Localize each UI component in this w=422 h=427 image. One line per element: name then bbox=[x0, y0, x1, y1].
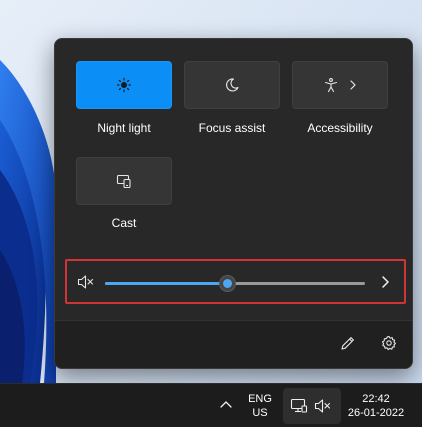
focus-assist-label: Focus assist bbox=[198, 121, 266, 135]
cast-button[interactable] bbox=[76, 157, 172, 205]
speaker-muted-icon[interactable] bbox=[77, 274, 95, 295]
chevron-right-icon[interactable] bbox=[380, 275, 390, 294]
quick-settings-footer bbox=[55, 320, 412, 368]
volume-control bbox=[65, 259, 406, 304]
chevron-up-icon[interactable] bbox=[219, 399, 233, 413]
focus-assist-toggle[interactable] bbox=[184, 61, 280, 109]
keyboard-region: US bbox=[252, 407, 268, 419]
language-code: ENG bbox=[248, 393, 272, 405]
brightness-icon bbox=[116, 77, 132, 93]
volume-slider-thumb[interactable] bbox=[219, 275, 236, 292]
quick-settings-panel: Night light Focus assist Accessibility C… bbox=[54, 38, 413, 369]
language-indicator[interactable]: ENG US bbox=[244, 392, 276, 420]
network-volume-tray[interactable] bbox=[283, 388, 341, 424]
gear-icon[interactable] bbox=[381, 335, 397, 356]
clock-date: 26-01-2022 bbox=[347, 407, 405, 419]
moon-icon bbox=[224, 77, 240, 93]
accessibility-label: Accessibility bbox=[307, 121, 373, 135]
cast-label: Cast bbox=[111, 216, 137, 230]
cast-icon bbox=[116, 173, 132, 189]
network-icon bbox=[290, 398, 308, 419]
volume-slider-fill bbox=[105, 282, 227, 285]
night-light-label: Night light bbox=[97, 121, 151, 135]
chevron-right-icon bbox=[349, 80, 357, 90]
taskbar: ENG US 22:42 26-01-2022 bbox=[0, 383, 422, 427]
night-light-toggle[interactable] bbox=[76, 61, 172, 109]
accessibility-button[interactable] bbox=[292, 61, 388, 109]
clock-time: 22:42 bbox=[362, 393, 390, 405]
clock[interactable]: 22:42 26-01-2022 bbox=[344, 392, 408, 420]
accessibility-icon bbox=[323, 77, 339, 93]
speaker-muted-icon bbox=[314, 398, 332, 419]
pencil-icon[interactable] bbox=[340, 335, 356, 356]
volume-slider[interactable] bbox=[105, 275, 365, 292]
